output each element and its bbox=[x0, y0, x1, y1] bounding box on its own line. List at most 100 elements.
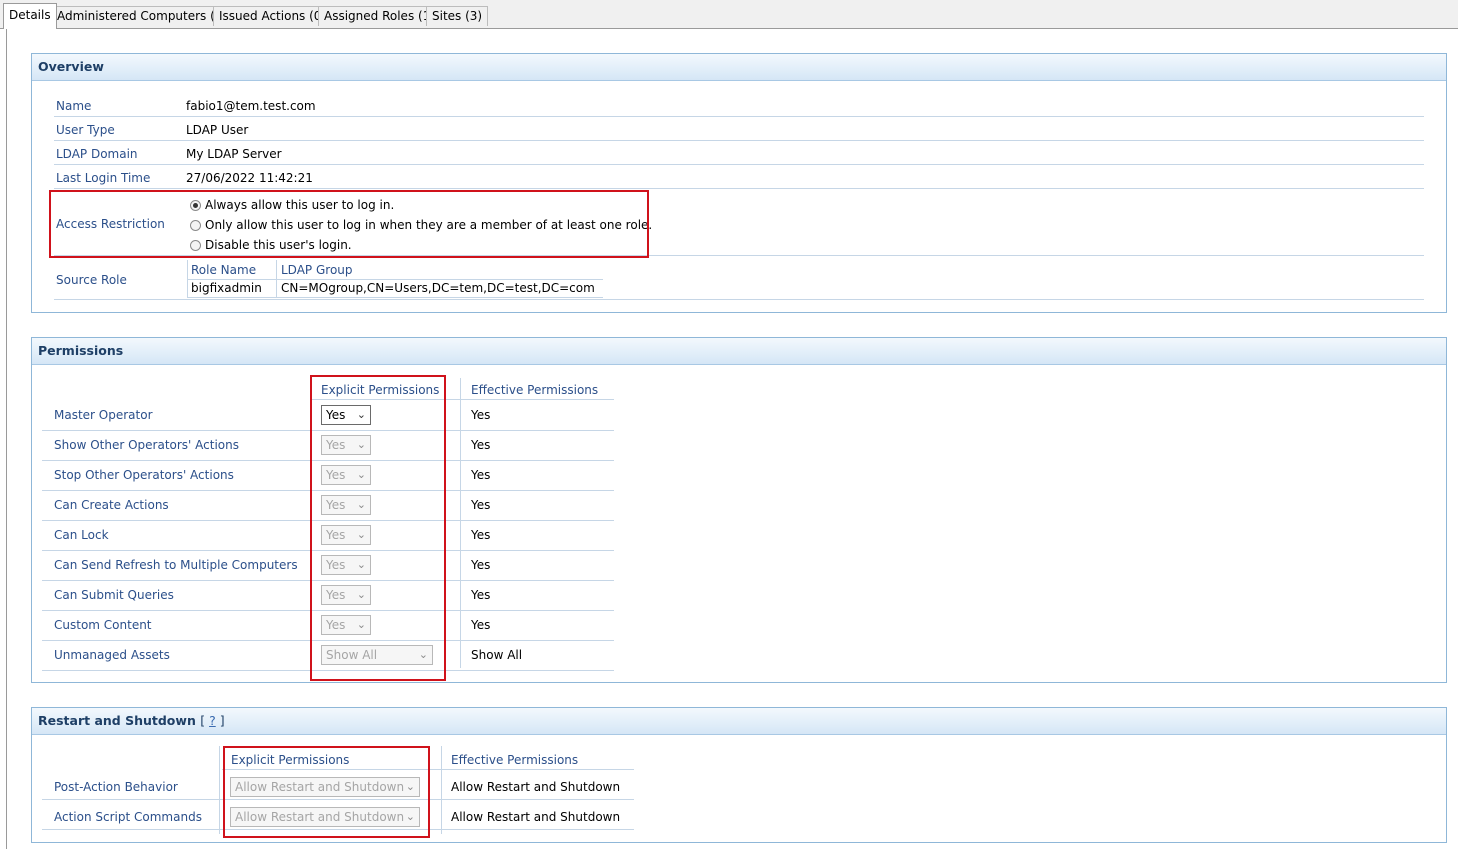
select-value: Yes bbox=[326, 408, 346, 422]
master-operator-select[interactable]: Yes ⌄ bbox=[321, 405, 371, 425]
unmanaged-assets-effective: Show All bbox=[471, 648, 523, 662]
select-value: Yes bbox=[326, 558, 346, 572]
show-other-operators-actions-select[interactable]: Yes ⌄ bbox=[321, 435, 371, 455]
tab-administered-computers[interactable]: Administered Computers (4) bbox=[51, 6, 234, 26]
overview-title: Overview bbox=[32, 54, 1446, 81]
tab-bar: Details Administered Computers (4) Issue… bbox=[0, 0, 1458, 29]
select-value: Show All bbox=[326, 648, 378, 662]
explicit-permissions-header: Explicit Permissions bbox=[321, 383, 440, 397]
chevron-down-icon: ⌄ bbox=[356, 618, 366, 631]
help-bracket: ] bbox=[219, 713, 225, 728]
can-lock-effective: Yes bbox=[471, 528, 491, 542]
row-divider bbox=[42, 430, 614, 431]
radio-selected-icon[interactable] bbox=[190, 200, 201, 211]
ldap-domain-value: My LDAP Server bbox=[186, 147, 282, 161]
tab-sites[interactable]: Sites (3) bbox=[426, 6, 489, 26]
name-value: fabio1@tem.test.com bbox=[186, 99, 316, 113]
select-value: Yes bbox=[326, 438, 346, 452]
custom-content-label: Custom Content bbox=[54, 618, 152, 632]
row-divider bbox=[187, 297, 603, 298]
row-divider bbox=[42, 610, 614, 611]
chevron-down-icon: ⌄ bbox=[356, 588, 366, 601]
can-lock-label: Can Lock bbox=[54, 528, 109, 542]
select-value: Allow Restart and Shutdown bbox=[235, 810, 405, 824]
user-type-value: LDAP User bbox=[186, 123, 249, 137]
can-lock-select[interactable]: Yes ⌄ bbox=[321, 525, 371, 545]
can-create-actions-label: Can Create Actions bbox=[54, 498, 169, 512]
custom-content-select[interactable]: Yes ⌄ bbox=[321, 615, 371, 635]
radio-always-allow[interactable]: Always allow this user to log in. bbox=[190, 196, 394, 214]
chevron-down-icon: ⌄ bbox=[356, 498, 366, 511]
restart-effective-header: Effective Permissions bbox=[451, 753, 579, 767]
radio-disable-login[interactable]: Disable this user's login. bbox=[190, 236, 352, 254]
row-divider bbox=[54, 116, 1424, 117]
help-link[interactable]: ? bbox=[209, 713, 216, 728]
chevron-down-icon: ⌄ bbox=[356, 438, 366, 451]
effective-permissions-header: Effective Permissions bbox=[471, 383, 599, 397]
can-submit-queries-effective: Yes bbox=[471, 588, 491, 602]
master-operator-effective: Yes bbox=[471, 408, 491, 422]
header-divider bbox=[222, 769, 634, 770]
row-divider bbox=[42, 670, 614, 671]
row-divider bbox=[42, 799, 634, 800]
radio-unselected-icon[interactable] bbox=[190, 240, 201, 251]
tab-issued-actions[interactable]: Issued Actions (0) bbox=[213, 6, 333, 26]
post-action-behavior-effective: Allow Restart and Shutdown bbox=[451, 780, 621, 794]
can-create-actions-select[interactable]: Yes ⌄ bbox=[321, 495, 371, 515]
can-submit-queries-select[interactable]: Yes ⌄ bbox=[321, 585, 371, 605]
row-divider bbox=[54, 164, 1424, 165]
radio-unselected-icon[interactable] bbox=[190, 220, 201, 231]
tab-label: Administered Computers (4) bbox=[57, 9, 228, 23]
tab-label: Issued Actions (0) bbox=[219, 9, 327, 23]
chevron-down-icon: ⌄ bbox=[356, 558, 366, 571]
last-login-label: Last Login Time bbox=[56, 171, 151, 185]
header-divider bbox=[312, 399, 614, 400]
chevron-down-icon: ⌄ bbox=[356, 528, 366, 541]
stop-other-operators-actions-effective: Yes bbox=[471, 468, 491, 482]
row-divider bbox=[42, 460, 614, 461]
stop-other-operators-actions-select[interactable]: Yes ⌄ bbox=[321, 465, 371, 485]
row-divider bbox=[54, 188, 1424, 189]
select-value: Allow Restart and Shutdown bbox=[235, 780, 405, 794]
can-create-actions-effective: Yes bbox=[471, 498, 491, 512]
unmanaged-assets-label: Unmanaged Assets bbox=[54, 648, 170, 662]
can-send-refresh-to-multiple-computers-select[interactable]: Yes ⌄ bbox=[321, 555, 371, 575]
post-action-behavior-select[interactable]: Allow Restart and Shutdown ⌄ bbox=[230, 777, 420, 797]
restart-shutdown-panel: Restart and Shutdown [ ? ] Explicit Perm… bbox=[31, 707, 1447, 843]
chevron-down-icon: ⌄ bbox=[418, 648, 428, 661]
select-value: Yes bbox=[326, 468, 346, 482]
restart-title-text: Restart and Shutdown bbox=[38, 713, 196, 728]
show-other-operators-actions-effective: Yes bbox=[471, 438, 491, 452]
row-divider bbox=[54, 255, 1424, 256]
tab-details[interactable]: Details bbox=[3, 3, 57, 29]
unmanaged-assets-select[interactable]: Show All ⌄ bbox=[321, 645, 433, 665]
chevron-down-icon: ⌄ bbox=[356, 468, 366, 481]
ldap-domain-label: LDAP Domain bbox=[56, 147, 138, 161]
overview-panel: Overview Name fabio1@tem.test.com User T… bbox=[31, 53, 1447, 313]
restart-shutdown-title: Restart and Shutdown [ ? ] bbox=[32, 708, 1446, 735]
post-action-behavior-label: Post-Action Behavior bbox=[54, 780, 178, 794]
row-divider bbox=[54, 140, 1424, 141]
can-send-refresh-to-multiple-computers-label: Can Send Refresh to Multiple Computers bbox=[54, 558, 298, 572]
row-divider bbox=[54, 299, 1424, 300]
radio-label: Only allow this user to log in when they… bbox=[205, 218, 653, 232]
tab-assigned-roles[interactable]: Assigned Roles (1) bbox=[318, 6, 442, 26]
access-restriction-label: Access Restriction bbox=[56, 217, 165, 231]
row-divider bbox=[42, 829, 634, 830]
custom-content-effective: Yes bbox=[471, 618, 491, 632]
can-send-refresh-to-multiple-computers-effective: Yes bbox=[471, 558, 491, 572]
radio-role-member-only[interactable]: Only allow this user to log in when they… bbox=[190, 216, 652, 234]
tab-label: Assigned Roles (1) bbox=[324, 9, 436, 23]
action-script-commands-effective: Allow Restart and Shutdown bbox=[451, 810, 621, 824]
role-name-value: bigfixadmin bbox=[191, 281, 262, 295]
col-divider bbox=[219, 746, 220, 834]
radio-label: Always allow this user to log in. bbox=[205, 198, 395, 212]
source-role-label: Source Role bbox=[56, 273, 127, 287]
select-value: Yes bbox=[326, 618, 346, 632]
can-submit-queries-label: Can Submit Queries bbox=[54, 588, 174, 602]
select-value: Yes bbox=[326, 588, 346, 602]
action-script-commands-select[interactable]: Allow Restart and Shutdown ⌄ bbox=[230, 807, 420, 827]
chevron-down-icon: ⌄ bbox=[356, 408, 366, 421]
row-divider bbox=[42, 490, 614, 491]
ldap-group-header: LDAP Group bbox=[281, 263, 353, 277]
